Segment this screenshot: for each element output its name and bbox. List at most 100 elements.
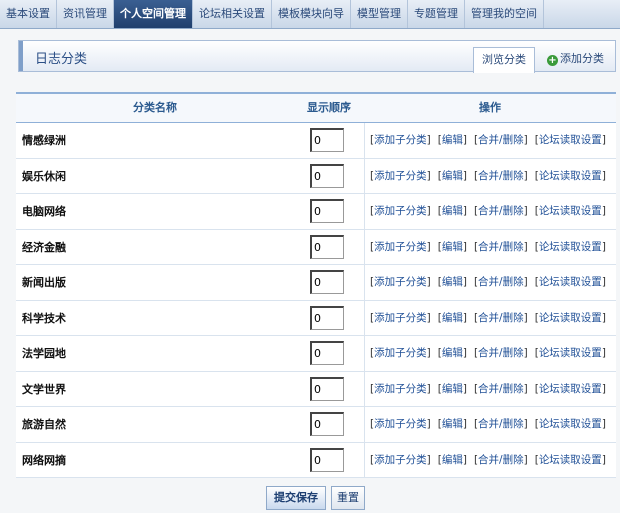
nav-tab-0[interactable]: 基本设置	[0, 0, 57, 28]
add-subcategory-link[interactable]: [添加子分类]	[370, 347, 431, 359]
bracket-close: ]	[601, 418, 606, 430]
add-category-label: 添加分类	[560, 52, 604, 65]
link-label: 合并/删除	[478, 418, 524, 430]
display-order-input[interactable]	[310, 341, 344, 365]
bracket-close: ]	[601, 347, 606, 359]
edit-link[interactable]: [编辑]	[438, 418, 467, 430]
nav-tab-4[interactable]: 模板模块向导	[272, 0, 351, 28]
merge-delete-link[interactable]: [合并/删除]	[474, 205, 528, 217]
nav-tab-6[interactable]: 专题管理	[408, 0, 465, 28]
nav-tab-7[interactable]: 管理我的空间	[465, 0, 544, 28]
link-label: 添加子分类	[374, 382, 427, 395]
bracket-close: ]	[462, 453, 467, 466]
category-name: 科学技术	[22, 311, 66, 325]
nav-tab-3[interactable]: 论坛相关设置	[193, 0, 272, 28]
bracket-close: ]	[601, 240, 606, 253]
link-label: 添加子分类	[374, 134, 427, 146]
bracket-close: ]	[523, 205, 528, 217]
add-circle-icon: +	[547, 55, 558, 66]
edit-link[interactable]: [编辑]	[438, 241, 467, 253]
tab-add-category[interactable]: + 添加分类	[539, 47, 617, 73]
merge-delete-link[interactable]: [合并/删除]	[474, 276, 528, 288]
bracket-close: ]	[426, 169, 431, 182]
link-label: 论坛读取设置	[538, 169, 602, 182]
add-subcategory-link[interactable]: [添加子分类]	[370, 241, 431, 253]
table-row: 网络网摘 [添加子分类] [编辑] [合并/删除] [论坛读取设置]	[16, 442, 616, 478]
display-order-input[interactable]	[310, 163, 344, 188]
submit-save-button[interactable]: 提交保存	[266, 486, 326, 510]
display-order-input[interactable]	[310, 199, 344, 223]
merge-delete-link[interactable]: [合并/删除]	[474, 383, 528, 395]
bracket-close: ]	[426, 418, 431, 430]
edit-link[interactable]: [编辑]	[438, 347, 467, 359]
category-name: 新闻出版	[22, 276, 66, 289]
table-row: 法学园地 [添加子分类] [编辑] [合并/删除] [论坛读取设置]	[16, 336, 616, 372]
edit-link[interactable]: [编辑]	[438, 205, 467, 217]
add-subcategory-link[interactable]: [添加子分类]	[370, 170, 431, 182]
display-order-input[interactable]	[310, 447, 344, 472]
forum-read-settings-link[interactable]: [论坛读取设置]	[535, 347, 606, 359]
edit-link[interactable]: [编辑]	[438, 170, 467, 182]
operations-cell: [添加子分类] [编辑] [合并/删除] [论坛读取设置]	[364, 229, 616, 264]
forum-read-settings-link[interactable]: [论坛读取设置]	[535, 383, 606, 395]
link-label: 合并/删除	[478, 311, 524, 324]
nav-tab-2[interactable]: 个人空间管理	[114, 0, 193, 28]
add-subcategory-link[interactable]: [添加子分类]	[370, 454, 431, 466]
edit-link[interactable]: [编辑]	[438, 134, 467, 146]
nav-tab-1[interactable]: 资讯管理	[57, 0, 114, 28]
edit-link[interactable]: [编辑]	[438, 276, 467, 288]
bracket-close: ]	[426, 205, 431, 217]
bracket-close: ]	[462, 240, 467, 253]
edit-link[interactable]: [编辑]	[438, 383, 467, 395]
display-order-input[interactable]	[310, 412, 344, 436]
nav-tab-5[interactable]: 模型管理	[351, 0, 408, 28]
add-subcategory-link[interactable]: [添加子分类]	[370, 205, 431, 217]
display-order-input[interactable]	[310, 234, 344, 259]
operations-cell: [添加子分类] [编辑] [合并/删除] [论坛读取设置]	[364, 158, 616, 193]
link-label: 编辑	[441, 276, 463, 288]
link-label: 论坛读取设置	[538, 453, 602, 466]
merge-delete-link[interactable]: [合并/删除]	[474, 312, 528, 324]
forum-read-settings-link[interactable]: [论坛读取设置]	[535, 276, 606, 288]
bracket-close: ]	[462, 311, 467, 324]
category-name: 网络网摘	[22, 453, 66, 467]
add-subcategory-link[interactable]: [添加子分类]	[370, 312, 431, 324]
forum-read-settings-link[interactable]: [论坛读取设置]	[535, 312, 606, 324]
order-cell	[294, 265, 364, 300]
edit-link[interactable]: [编辑]	[438, 312, 467, 324]
operations-cell: [添加子分类] [编辑] [合并/删除] [论坛读取设置]	[364, 442, 616, 477]
add-subcategory-link[interactable]: [添加子分类]	[370, 276, 431, 288]
add-subcategory-link[interactable]: [添加子分类]	[370, 383, 431, 395]
table-row: 情感绿洲 [添加子分类] [编辑] [合并/删除] [论坛读取设置]	[16, 123, 616, 159]
forum-read-settings-link[interactable]: [论坛读取设置]	[535, 170, 606, 182]
bracket-close: ]	[601, 276, 606, 288]
bracket-close: ]	[601, 382, 606, 395]
merge-delete-link[interactable]: [合并/删除]	[474, 170, 528, 182]
section-header: 日志分类 浏览分类 + 添加分类	[18, 40, 617, 73]
order-cell	[294, 443, 364, 478]
forum-read-settings-link[interactable]: [论坛读取设置]	[535, 418, 606, 430]
forum-read-settings-link[interactable]: [论坛读取设置]	[535, 241, 606, 253]
merge-delete-link[interactable]: [合并/删除]	[474, 418, 528, 430]
merge-delete-link[interactable]: [合并/删除]	[474, 347, 528, 359]
edit-link[interactable]: [编辑]	[438, 454, 467, 466]
display-order-input[interactable]	[310, 376, 344, 401]
forum-read-settings-link[interactable]: [论坛读取设置]	[535, 134, 606, 146]
forum-read-settings-link[interactable]: [论坛读取设置]	[535, 454, 606, 466]
reset-button[interactable]: 重置	[331, 486, 365, 510]
display-order-input[interactable]	[310, 128, 344, 152]
category-table: 分类名称 显示顺序 操作 情感绿洲 [添加子分类] [编辑] [合并/删除] [论坛读取…	[16, 92, 616, 478]
add-subcategory-link[interactable]: [添加子分类]	[370, 418, 431, 430]
display-order-input[interactable]	[310, 270, 344, 294]
merge-delete-link[interactable]: [合并/删除]	[474, 454, 528, 466]
merge-delete-link[interactable]: [合并/删除]	[474, 241, 528, 253]
link-label: 合并/删除	[478, 382, 524, 395]
forum-read-settings-link[interactable]: [论坛读取设置]	[535, 205, 606, 217]
bracket-close: ]	[601, 134, 606, 146]
display-order-input[interactable]	[310, 305, 344, 330]
merge-delete-link[interactable]: [合并/删除]	[474, 134, 528, 146]
section-title: 日志分类	[35, 52, 88, 67]
add-subcategory-link[interactable]: [添加子分类]	[370, 134, 431, 146]
tab-browse-categories[interactable]: 浏览分类	[473, 47, 535, 73]
bracket-close: ]	[523, 134, 528, 146]
